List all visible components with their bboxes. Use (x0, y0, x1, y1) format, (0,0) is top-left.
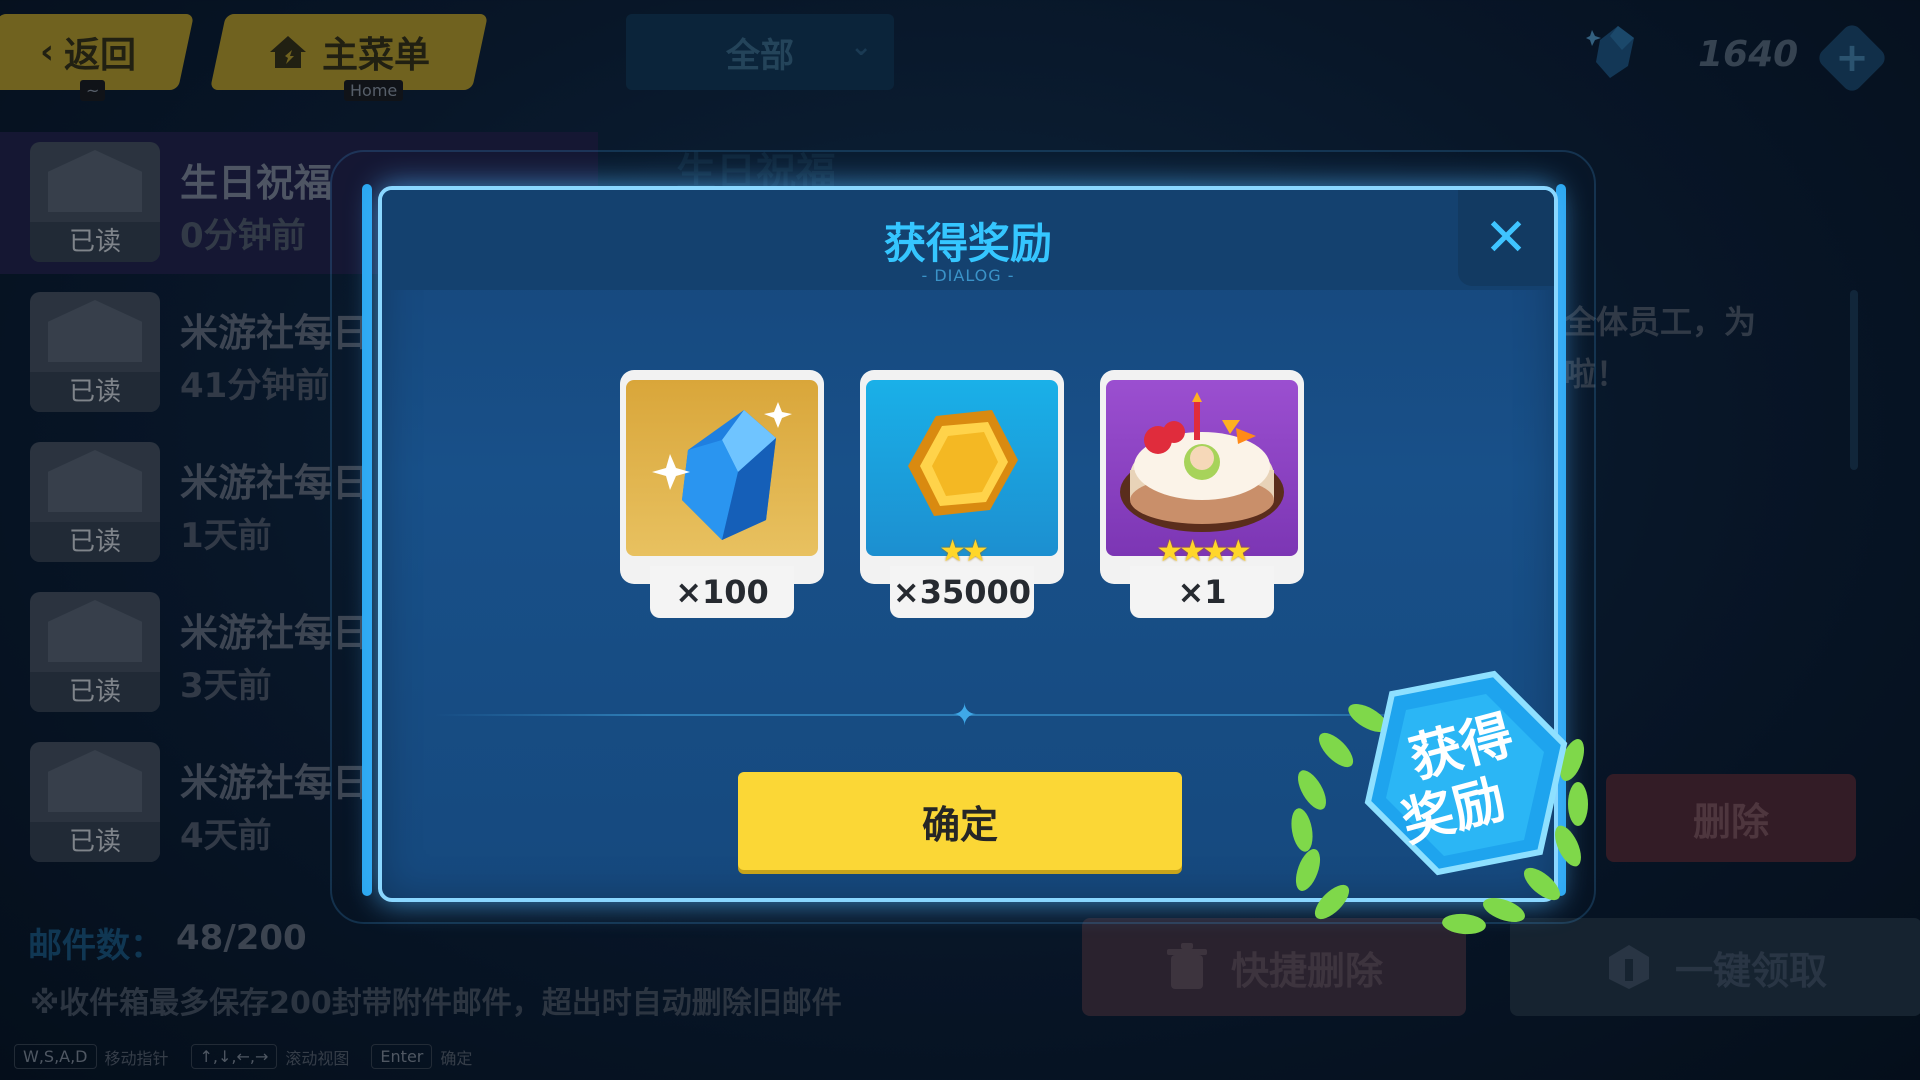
reward-item-birthday-cake[interactable]: ★★★★ ×1 (1100, 370, 1304, 618)
dialog-subtitle: - DIALOG - (921, 266, 1015, 285)
reward-item-crystal[interactable]: ×100 (620, 370, 824, 618)
coin-icon (866, 380, 1058, 556)
rarity-stars: ★★ (939, 534, 989, 569)
crystal-icon (626, 380, 818, 556)
dialog-header: 获得奖励 - DIALOG - ✕ (382, 190, 1554, 290)
reward-quantity: ×1 (1130, 566, 1274, 618)
sparkle-icon: ✦ (952, 698, 978, 733)
dialog-title: 获得奖励 (883, 219, 1052, 268)
close-icon: ✕ (1484, 208, 1528, 268)
rarity-stars: ★★★★ (1156, 534, 1252, 569)
reward-item-coin[interactable]: ★★ ×35000 (860, 370, 1064, 618)
confirm-button[interactable]: 确定 (738, 772, 1182, 870)
dialog-edge (362, 184, 372, 896)
reward-quantity: ×35000 (890, 566, 1034, 618)
close-button[interactable]: ✕ (1458, 190, 1554, 286)
birthday-cake-icon (1106, 380, 1298, 556)
reward-badge-emblem: 获得 奖励 (1291, 670, 1588, 935)
reward-quantity: ×100 (650, 566, 794, 618)
